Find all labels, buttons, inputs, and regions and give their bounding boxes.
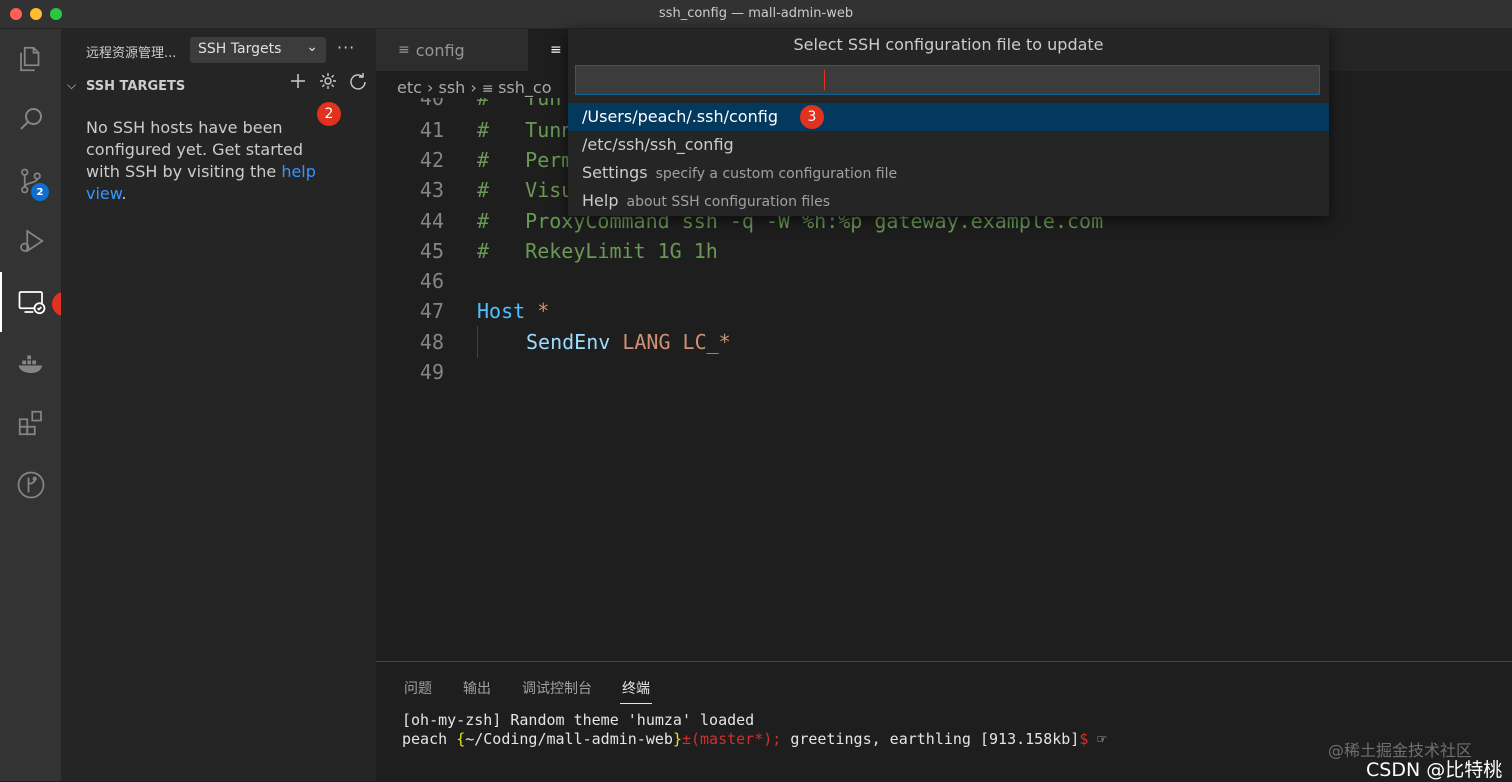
activity-bar: 2 1 xyxy=(0,29,76,781)
text-cursor xyxy=(824,70,825,90)
chevron-right-icon: › xyxy=(427,78,439,97)
no-hosts-text-end: . xyxy=(121,184,127,203)
line-number: 44 xyxy=(419,209,444,233)
terminal-user: peach xyxy=(402,730,457,748)
extensions-icon[interactable] xyxy=(0,393,61,453)
tab-debug-console[interactable]: 调试控制台 xyxy=(522,678,592,698)
host-pattern: * xyxy=(525,299,550,323)
indent-guide xyxy=(477,326,478,358)
file-lines-icon: ≡ xyxy=(550,42,562,58)
section-title: SSH TARGETS xyxy=(86,79,186,94)
code-line: Host * xyxy=(477,299,549,323)
source-control-icon[interactable]: 2 xyxy=(0,151,61,211)
run-debug-icon[interactable] xyxy=(0,211,61,271)
quick-pick-item-settings[interactable]: Settings specify a custom configuration f… xyxy=(568,159,1329,187)
step-badge-3: 3 xyxy=(800,105,824,129)
sidebar: 远程资源管理... SSH Targets ⌄ ··· ⌵ SSH TARGET… xyxy=(61,29,376,781)
chevron-right-icon: › xyxy=(470,78,482,97)
terminal-size: [913.158kb] xyxy=(980,730,1080,748)
quick-pick-item-system-config[interactable]: /etc/ssh/ssh_config xyxy=(568,131,1329,159)
remote-type-select-value: SSH Targets xyxy=(198,41,282,57)
search-icon[interactable] xyxy=(0,89,61,149)
code-line: # RekeyLimit 1G 1h xyxy=(477,239,718,263)
more-actions-button[interactable]: ··· xyxy=(337,38,355,57)
breadcrumb: etc › ssh › ≡ ssh_co xyxy=(397,78,551,97)
item-label: /etc/ssh/ssh_config xyxy=(582,135,734,154)
tab-problems[interactable]: 问题 xyxy=(404,678,432,698)
watermark-csdn: CSDN @比特桃 xyxy=(1366,759,1503,781)
window-title: ssh_config — mall-admin-web xyxy=(658,6,854,21)
terminal-git-status: ±(master*); xyxy=(681,730,782,748)
line-number: 42 xyxy=(419,148,444,172)
refresh-icon[interactable] xyxy=(348,71,368,95)
terminal-path: ~/Coding/mall-admin-web xyxy=(465,730,673,748)
code-line: # Visu xyxy=(477,178,574,202)
quick-pick-input[interactable] xyxy=(575,65,1320,95)
tab-config[interactable]: ≡ config xyxy=(376,29,528,71)
remote-type-select[interactable]: SSH Targets ⌄ xyxy=(190,37,326,63)
chevron-down-icon: ⌄ xyxy=(306,39,318,55)
quick-pick-item-help[interactable]: Help about SSH configuration files xyxy=(568,187,1329,215)
tab-output[interactable]: 输出 xyxy=(463,678,491,698)
sendenv-key: SendEnv xyxy=(526,330,611,354)
no-hosts-message: No SSH hosts have been configured yet. G… xyxy=(86,117,336,205)
tab-terminal[interactable]: 终端 xyxy=(622,678,650,698)
add-host-icon[interactable] xyxy=(288,71,308,95)
breadcrumb-item[interactable]: ssh_co xyxy=(498,78,551,97)
quick-pick-title: Select SSH configuration file to update xyxy=(793,35,1104,54)
explorer-icon[interactable] xyxy=(0,29,61,89)
terminal-brace: } xyxy=(672,730,682,748)
line-number: 45 xyxy=(419,239,444,263)
git-graph-icon[interactable] xyxy=(0,455,61,515)
docker-icon[interactable] xyxy=(0,333,61,393)
item-detail: specify a custom configuration file xyxy=(655,166,898,182)
line-number: 41 xyxy=(419,118,444,142)
item-label: Settings xyxy=(582,163,648,182)
terminal-brace: { xyxy=(456,730,466,748)
breadcrumb-item[interactable]: etc xyxy=(397,78,422,97)
line-number: 49 xyxy=(419,360,444,384)
item-detail: about SSH configuration files xyxy=(626,194,831,210)
code-line: # Tunn xyxy=(477,118,574,142)
terminal-prompt-line[interactable]: peach {~/Coding/mall-admin-web}±(master*… xyxy=(402,730,1106,748)
sidebar-title: 远程资源管理... xyxy=(86,46,177,61)
title-bar: ssh_config — mall-admin-web xyxy=(0,0,1512,29)
chevron-down-icon: ⌵ xyxy=(67,78,77,92)
sendenv-value: LANG LC_* xyxy=(610,330,731,354)
quick-pick-dialog: Select SSH configuration file to update … xyxy=(568,29,1329,216)
item-label: /Users/peach/.ssh/config xyxy=(582,107,778,126)
breadcrumb-item[interactable]: ssh xyxy=(439,78,466,97)
terminal-line: [oh-my-zsh] Random theme 'humza' loaded xyxy=(402,711,755,729)
tab-label: config xyxy=(415,40,465,60)
item-label: Help xyxy=(582,191,619,210)
bottom-panel: 问题 输出 调试控制台 终端 [oh-my-zsh] Random theme … xyxy=(376,661,1512,782)
gear-icon[interactable] xyxy=(318,71,338,95)
line-number: 48 xyxy=(419,330,444,354)
code-line: SendEnv LANG LC_* xyxy=(526,330,731,354)
no-hosts-text: No SSH hosts have been configured yet. G… xyxy=(86,118,304,181)
line-number: 46 xyxy=(419,269,444,293)
source-control-count-badge: 2 xyxy=(31,183,49,201)
line-number: 47 xyxy=(419,299,444,323)
quick-pick-item-user-config[interactable]: /Users/peach/.ssh/config xyxy=(568,103,1329,131)
code-line: # Perm xyxy=(477,148,574,172)
line-number: 43 xyxy=(419,178,444,202)
ssh-targets-section-header[interactable]: ⌵ SSH TARGETS xyxy=(61,73,376,99)
file-lines-icon: ≡ xyxy=(481,81,499,97)
host-keyword: Host xyxy=(477,299,526,323)
terminal-cursor: ☞ xyxy=(1088,730,1107,748)
active-tab-indicator xyxy=(620,703,652,704)
terminal-greeting: greetings, earthling xyxy=(781,730,980,748)
file-lines-icon: ≡ xyxy=(398,42,410,58)
